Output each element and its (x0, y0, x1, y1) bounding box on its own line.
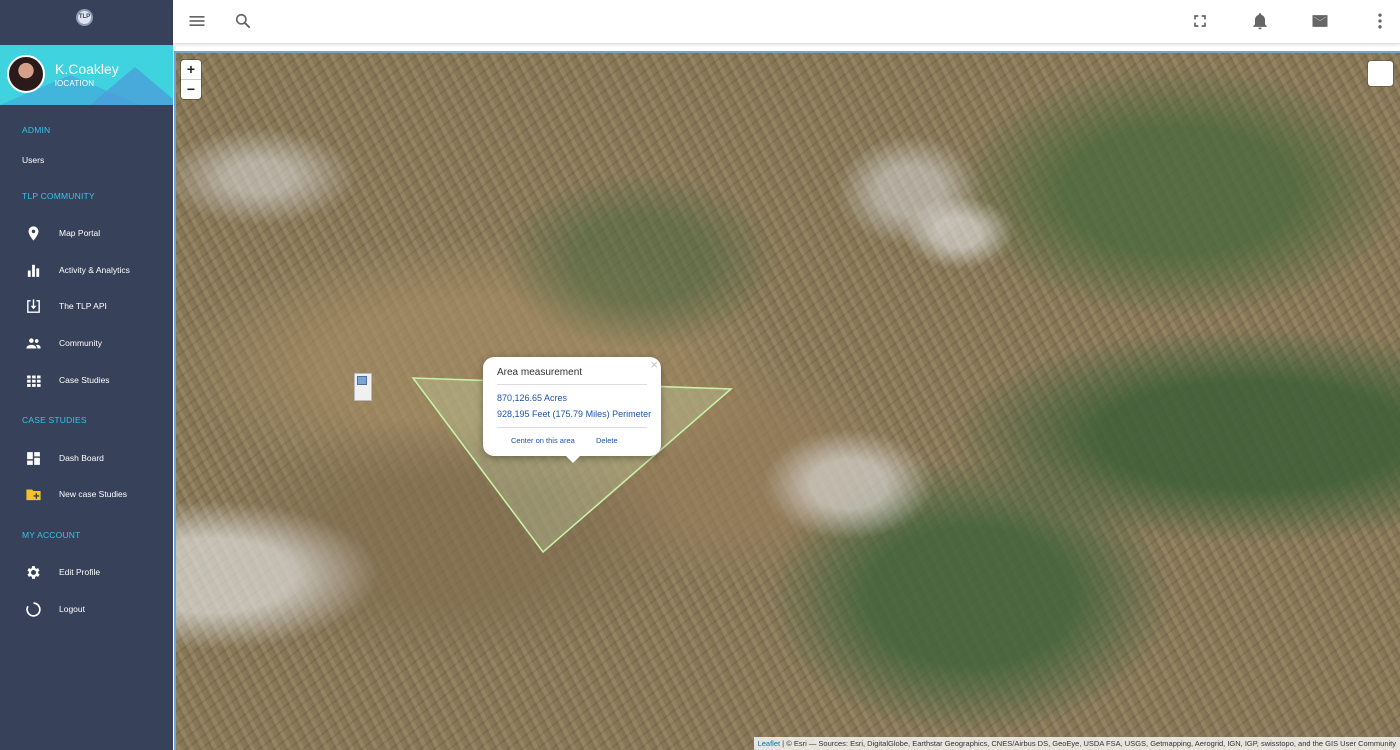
section-case-studies: CASE STUDIES (22, 415, 87, 425)
avatar[interactable] (7, 55, 45, 93)
fullscreen-icon[interactable] (1190, 11, 1210, 31)
bell-icon[interactable] (1250, 11, 1270, 31)
sidebar-item-label: Community (59, 338, 102, 348)
attribution-text: | © Esri — Sources: Esri, DigitalGlobe, … (780, 739, 1396, 748)
profile-card: K.Coakley lOCATION (0, 45, 173, 105)
broken-image-marker[interactable] (354, 373, 372, 401)
delete-link[interactable]: Delete (596, 436, 618, 445)
gear-icon (25, 564, 42, 581)
center-on-area-link[interactable]: Center on this area (511, 436, 575, 445)
zoom-in-button[interactable]: + (181, 60, 201, 80)
sidebar: TLP K.Coakley lOCATION ADMIN Users TLP C… (0, 0, 173, 750)
map-attribution: Leaflet | © Esri — Sources: Esri, Digita… (753, 737, 1400, 750)
sidebar-item-label: The TLP API (59, 301, 107, 311)
sidebar-item-label: New case Studies (59, 489, 128, 499)
app-logo[interactable]: TLP (76, 9, 93, 26)
popup-title: Area measurement (497, 367, 583, 378)
location-pin-icon (25, 225, 42, 242)
divider (497, 384, 647, 385)
sidebar-item-api[interactable]: The TLP API (0, 293, 173, 319)
sidebar-item-label: Case Studies (59, 375, 110, 385)
sidebar-item-activity[interactable]: Activity & Analytics (0, 257, 173, 283)
area-perimeter: 928,195 Feet (175.79 Miles) Perimeter (497, 409, 652, 419)
section-admin: ADMIN (22, 125, 51, 135)
sidebar-item-label: Dash Board (59, 453, 104, 463)
download-box-icon (25, 298, 42, 315)
sidebar-item-users[interactable]: Users (0, 147, 173, 173)
sidebar-item-community[interactable]: Community (0, 330, 173, 356)
area-acres: 870,126.65 Acres (497, 393, 568, 403)
grid-icon (25, 372, 42, 389)
sidebar-item-new-case-studies[interactable]: New case Studies (0, 481, 173, 507)
zoom-control: + − (181, 60, 201, 99)
profile-name: K.Coakley (55, 61, 119, 77)
sidebar-item-case-studies[interactable]: Case Studies (0, 367, 173, 393)
divider (497, 427, 647, 428)
top-bar (173, 0, 1400, 44)
logo-bar: TLP (0, 0, 173, 43)
mail-icon[interactable] (1310, 11, 1330, 31)
sidebar-item-logout[interactable]: Logout (0, 596, 173, 622)
sidebar-item-map-portal[interactable]: Map Portal (0, 220, 173, 246)
sidebar-item-label: Users (22, 155, 45, 165)
close-icon[interactable]: × (650, 358, 658, 371)
sidebar-item-label: Logout (59, 604, 85, 614)
section-my-account: MY ACCOUNT (22, 530, 81, 540)
area-measurement-popup: × Area measurement 870,126.65 Acres 928,… (483, 357, 661, 463)
menu-icon[interactable] (187, 11, 207, 31)
logout-icon (25, 601, 42, 618)
section-tlp-community: TLP COMMUNITY (22, 191, 95, 201)
sidebar-item-dashboard[interactable]: Dash Board (0, 445, 173, 471)
sidebar-item-edit-profile[interactable]: Edit Profile (0, 559, 173, 585)
zoom-out-button[interactable]: − (181, 80, 201, 99)
profile-location: lOCATION (55, 79, 95, 88)
sidebar-item-label: Activity & Analytics (59, 265, 130, 275)
bar-chart-icon (25, 262, 42, 279)
folder-add-icon (25, 486, 42, 503)
sidebar-item-label: Edit Profile (59, 567, 101, 577)
search-icon[interactable] (233, 11, 253, 31)
people-icon (25, 335, 42, 352)
layer-control-button[interactable] (1368, 61, 1393, 86)
sidebar-item-label: Map Portal (59, 228, 101, 238)
dashboard-icon (25, 450, 42, 467)
leaflet-link[interactable]: Leaflet (758, 739, 781, 748)
more-vert-icon[interactable] (1370, 11, 1390, 31)
